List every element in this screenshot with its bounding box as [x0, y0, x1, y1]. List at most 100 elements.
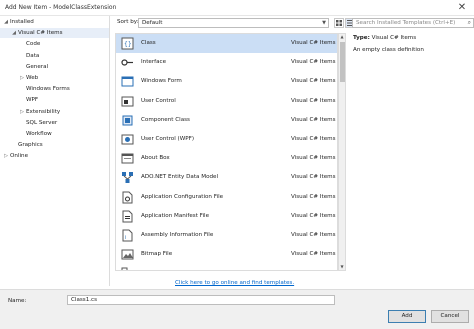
scroll-up-icon[interactable]: ▲	[339, 34, 345, 40]
template-name: Application Configuration File	[141, 193, 224, 200]
assembly-info-icon: i	[121, 229, 134, 242]
tree-item[interactable]: ▷ Web	[0, 73, 109, 83]
template-name: User Control (WPF)	[141, 136, 195, 142]
template-language: Visual C# Items	[291, 174, 336, 181]
template-item[interactable]: User Control (WPF) Visual C# Items	[116, 130, 337, 149]
tree-item-label: Workflow	[26, 131, 52, 137]
template-item[interactable]: Application Configuration File Visual C# …	[116, 188, 337, 207]
cancel-button[interactable]: Cancel	[431, 310, 469, 323]
interface-icon	[121, 56, 134, 69]
tree-item[interactable]: ◢ Installed	[0, 17, 109, 27]
entity-data-model-icon	[121, 171, 134, 184]
template-description: An empty class definition	[353, 47, 424, 53]
manifest-file-icon	[121, 210, 134, 223]
search-input[interactable]: Search Installed Templates (Ctrl+E) ⌕	[352, 18, 474, 28]
online-templates-link[interactable]: Click here to go online and find templat…	[175, 280, 294, 286]
close-icon[interactable]: ✕	[455, 1, 469, 14]
chevron-down-icon: ▼	[322, 20, 326, 26]
template-language: Visual C# Items	[291, 193, 336, 200]
dialog-footer: Name: Class1.cs Add Cancel	[0, 289, 474, 329]
tree-item-label: Extensibility	[26, 108, 61, 115]
tree-item-label: Online	[10, 153, 29, 160]
tree-item[interactable]: Code	[0, 39, 109, 49]
type-value: Visual C# Items	[371, 35, 417, 41]
expand-arrow-icon[interactable]: ◢	[10, 28, 18, 38]
name-label: Name:	[8, 298, 27, 304]
tree-item[interactable]: ◢ Visual C# Items	[0, 28, 109, 39]
sort-by-dropdown[interactable]: Default ▼	[138, 18, 329, 28]
svg-text:{}: {}	[124, 41, 132, 48]
name-field[interactable]: Class1.cs	[67, 295, 335, 305]
template-name: Class Diagram	[141, 270, 182, 271]
user-control-wpf-icon	[121, 133, 134, 146]
medium-icons-view-button[interactable]	[334, 18, 344, 28]
template-language: Visual C# Items	[291, 78, 336, 85]
template-list: {} Class Visual C# Items Interface Visual C#…	[115, 33, 338, 271]
tree-item-label: General	[26, 63, 49, 70]
tree-item-label: Visual C# Items	[18, 30, 63, 37]
template-item[interactable]: Component Class Visual C# Items	[116, 111, 337, 130]
search-placeholder: Search Installed Templates (Ctrl+E)	[356, 20, 456, 26]
tree-item[interactable]: General	[0, 62, 109, 72]
template-name: Application Manifest File	[141, 212, 210, 219]
title-bar: Add New Item - ModelClassExtension ✕	[0, 0, 474, 16]
template-details-panel: Type: Visual C# Items An empty class def…	[347, 30, 474, 280]
template-item[interactable]: About Box Visual C# Items	[116, 149, 337, 168]
expand-arrow-icon[interactable]: ◢	[2, 17, 10, 27]
template-name: Windows Form	[141, 78, 182, 85]
tree-item-label: SQL Server	[26, 119, 58, 126]
template-item[interactable]: ADO.NET Entity Data Model Visual C# Items	[116, 168, 337, 187]
scrollbar-thumb[interactable]	[340, 42, 345, 82]
add-button[interactable]: Add	[388, 310, 426, 323]
template-item[interactable]: User Control Visual C# Items	[116, 92, 337, 111]
class-icon: {}	[121, 37, 134, 50]
template-type: Type: Visual C# Items	[353, 35, 416, 41]
template-name: Bitmap File	[141, 251, 173, 258]
window-title: Add New Item - ModelClassExtension	[5, 4, 117, 11]
tree-item-label: Data	[26, 52, 40, 59]
scroll-down-icon[interactable]: ▼	[339, 264, 345, 270]
tree-item[interactable]: WPF	[0, 95, 109, 105]
sort-by-value: Default	[142, 20, 163, 26]
windows-form-icon	[121, 75, 134, 88]
bitmap-file-icon	[121, 248, 134, 261]
template-item[interactable]: {} Class Visual C# Items	[116, 34, 337, 53]
template-language: Visual C# Items	[291, 155, 336, 162]
template-name: Component Class	[141, 116, 190, 123]
template-item[interactable]: Bitmap File Visual C# Items	[116, 245, 337, 264]
tree-item[interactable]: Workflow	[0, 129, 109, 139]
expand-arrow-icon[interactable]: ▷	[18, 73, 26, 83]
template-name: Assembly Information File	[141, 232, 214, 238]
tree-item[interactable]: Data	[0, 51, 109, 61]
svg-text:i: i	[125, 235, 126, 241]
type-label: Type:	[353, 35, 370, 41]
template-item[interactable]: Windows Form Visual C# Items	[116, 72, 337, 91]
class-diagram-icon	[121, 267, 134, 270]
tree-item-label: Installed	[10, 19, 34, 25]
tree-item[interactable]: Windows Forms	[0, 84, 109, 94]
template-item[interactable]: Interface Visual C# Items	[116, 53, 337, 72]
expand-arrow-icon[interactable]: ▷	[2, 151, 10, 161]
template-language: Visual C# Items	[291, 212, 336, 219]
template-language: Visual C# Items	[291, 59, 336, 66]
toolbar: Sort by: Default ▼ Search Installed Temp…	[113, 16, 474, 30]
template-item[interactable]: i Assembly Information File Visual C# Item…	[116, 226, 337, 245]
template-language: Visual C# Items	[291, 232, 336, 238]
template-language: Visual C# Items	[291, 97, 336, 104]
template-name: ADO.NET Entity Data Model	[141, 174, 219, 181]
template-language: Visual C# Items	[291, 40, 336, 46]
template-category-tree: ◢ Installed ◢ Visual C# Items Code Data Genera…	[0, 16, 110, 286]
tree-item[interactable]: SQL Server	[0, 118, 109, 128]
template-language: Visual C# Items	[291, 116, 336, 123]
template-language: Visual C# Items	[291, 251, 336, 258]
template-list-scrollbar[interactable]: ▲ ▼	[338, 33, 346, 271]
expand-arrow-icon[interactable]: ▷	[18, 107, 26, 117]
tree-item-label: WPF	[26, 97, 39, 104]
template-item[interactable]: Class Diagram Visual C# Items	[116, 264, 337, 271]
template-language: Visual C# Items	[291, 136, 336, 142]
template-item[interactable]: Application Manifest File Visual C# Items	[116, 207, 337, 226]
tree-item[interactable]: ▷ Extensibility	[0, 107, 109, 117]
tree-item-label: Web	[26, 75, 39, 81]
tree-item[interactable]: ▷ Online	[0, 151, 109, 161]
tree-item[interactable]: Graphics	[0, 140, 109, 150]
